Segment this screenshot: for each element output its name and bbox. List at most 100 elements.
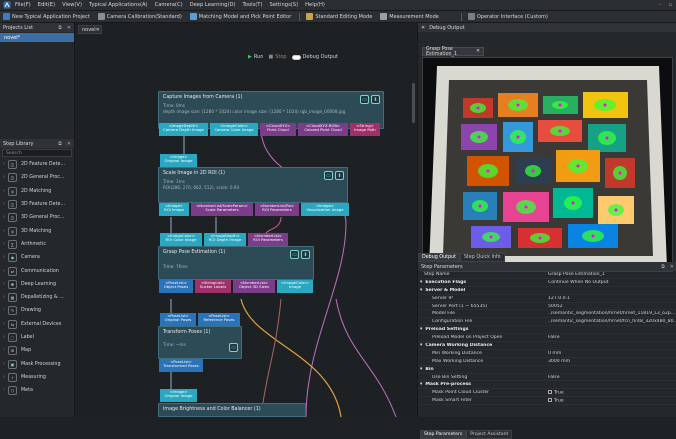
menu-deep-learning[interactable]: Deep Learning(D) <box>190 2 236 8</box>
screen-icon[interactable]: ▭ <box>324 171 333 180</box>
parameter-row[interactable]: Preload Model on Project Open False <box>418 334 676 343</box>
library-item[interactable]: › ⊞ Map <box>0 344 74 357</box>
float-icon[interactable]: ⧉ <box>58 141 62 147</box>
close-icon[interactable]: ✕ <box>421 25 425 31</box>
menu-edit[interactable]: Edit(E) <box>38 2 55 8</box>
canvas-scrollbar[interactable] <box>412 83 415 123</box>
port-image[interactable]: <ImageColor> Image <box>277 280 313 293</box>
close-icon[interactable]: ✕ <box>67 141 71 147</box>
node-brightness-balancer[interactable]: Image Brightness and Color Balancer (1) <box>158 403 306 417</box>
parameter-row[interactable]: Max Working Distance 3000 mm <box>418 358 676 366</box>
float-icon[interactable]: ⧉ <box>661 264 665 270</box>
parameter-row[interactable]: ▾ Bin <box>418 366 676 374</box>
library-item[interactable]: › ⬡ Meta <box>0 384 74 397</box>
result-image-view[interactable] <box>422 57 673 272</box>
node-scale-image[interactable]: Scale Image in 2D ROI (1) Time: 1ms ROI(… <box>158 167 348 203</box>
port-colored-point-cloud[interactable]: <CloudXYZ-RGB> Colored Point Cloud <box>298 123 348 136</box>
menu-settings[interactable]: Settings(S) <box>270 2 299 8</box>
parameter-row[interactable]: Mask Point Cloud Cluster True <box>418 389 676 398</box>
expand-arrow-icon[interactable]: ▾ <box>420 280 422 285</box>
close-icon[interactable]: ✕ <box>67 25 71 31</box>
expand-arrow-icon[interactable]: ▾ <box>420 382 422 387</box>
port-transformed-poses[interactable]: <PoseList> Transformed Poses <box>159 359 203 372</box>
tab-step-quick-info[interactable]: Step Quick Info <box>459 253 505 262</box>
menu-typical-applications[interactable]: Typical Applications(A) <box>89 2 148 8</box>
parameter-row[interactable]: Min Working Distance 0 mm <box>418 350 676 358</box>
library-item[interactable]: › ⬚ Label <box>0 331 74 344</box>
expand-arrow-icon[interactable]: ▾ <box>420 343 422 348</box>
calibration-button[interactable]: Camera Calibration(Standard) <box>97 13 182 20</box>
library-item[interactable]: › ◫ 3D Feature Dete... <box>0 198 74 211</box>
port-roi-parameters-in[interactable]: <NumberList> ROI Parameters <box>248 233 288 246</box>
menu-file[interactable]: File(F) <box>15 2 31 8</box>
port-original-image[interactable]: <Image> Original Image <box>160 154 197 167</box>
port-object-3d-sizes[interactable]: <NumberList> Object 3D Sizes <box>233 280 275 293</box>
library-item[interactable]: › ◫ 2D General Proc... <box>0 171 74 184</box>
screen-icon[interactable]: ▭ <box>229 343 238 352</box>
parameter-row[interactable]: ▾ Preload Settings <box>418 326 676 335</box>
port-point-cloud[interactable]: <CloudXYZ> Point Cloud <box>260 123 296 136</box>
library-item[interactable]: › ✺ Deep Learning <box>0 278 74 291</box>
node-grasp-pose-estimation[interactable]: Grasp Pose Estimation (1) Time: 76ms ▭ ⬇ <box>158 246 314 280</box>
close-icon[interactable]: ✕ <box>476 49 480 54</box>
port-image-path[interactable]: <String> Image Path <box>350 123 380 136</box>
checkbox-icon[interactable] <box>548 397 552 402</box>
library-item[interactable]: › ◫ 3D General Proc... <box>0 211 74 224</box>
library-item[interactable]: › ⇄ Communication <box>0 264 74 277</box>
menu-tools[interactable]: Tools(T) <box>243 2 263 8</box>
menu-help[interactable]: Help(H) <box>305 2 325 8</box>
expand-arrow-icon[interactable]: ▾ <box>420 327 422 332</box>
parameter-row[interactable]: ▾ Mask Pre-process <box>418 381 676 390</box>
port-scale-parameters[interactable]: <NumberList/ScaleParam> Scale Parameters <box>191 203 253 216</box>
parameter-row[interactable]: Server Port (1 ~ 65535) 50052 <box>418 303 676 311</box>
checkbox-icon[interactable] <box>548 390 552 395</box>
port-original-poses[interactable]: <PoseList> Original Poses <box>160 313 196 326</box>
port-roi-depth-image[interactable]: <ImageDepth> ROI Depth Image <box>204 233 246 246</box>
parameter-row[interactable]: Use Bin Setting False <box>418 374 676 382</box>
parameter-row[interactable]: Step Name Grasp Pose Estimation_1 <box>418 271 676 279</box>
operator-interface-button[interactable]: Operator Interface (Custom) <box>467 13 548 20</box>
new-project-button[interactable]: New Typical Application Project <box>3 13 90 20</box>
node-transform-poses[interactable]: Transform Poses (1) Time: ~ms ▭ <box>158 326 242 359</box>
download-icon[interactable]: ⬇ <box>335 171 344 180</box>
minimize-icon[interactable]: – <box>659 2 662 8</box>
project-canvas[interactable]: novel ✕ ▶ Run ■ Stop Debug Output Capture … <box>76 23 416 417</box>
parameter-row[interactable]: Configuration File ../semantic_segmentati… <box>418 318 676 327</box>
download-icon[interactable]: ⬇ <box>301 250 310 259</box>
menu-camera[interactable]: Camera(C) <box>155 2 183 8</box>
library-item[interactable]: › ⇆ External Devices <box>0 318 74 331</box>
close-icon[interactable]: ✕ <box>670 264 674 270</box>
tab-project-assistant[interactable]: Project Assistant <box>466 430 513 439</box>
library-item[interactable]: › ◎ 2D Matching <box>0 185 74 198</box>
library-item[interactable]: › ∑ Arithmetic <box>0 238 74 251</box>
port-visualization-image[interactable]: <Image> Visualization Image <box>301 203 349 216</box>
expand-arrow-icon[interactable]: ▾ <box>420 367 422 372</box>
library-item[interactable]: › ◎ 3D Matching <box>0 224 74 237</box>
float-icon[interactable]: ⧉ <box>58 25 62 31</box>
port-camera-color-image[interactable]: <ImageColor> Camera Color Image <box>210 123 258 136</box>
parameter-row[interactable]: Server IP 127.0.0.1 <box>418 295 676 303</box>
expand-arrow-icon[interactable]: ▾ <box>420 288 422 293</box>
port-reference-poses[interactable]: <PoseList> Reference Poses <box>198 313 240 326</box>
editing-mode-button[interactable]: Standard Editing Mode <box>306 13 372 20</box>
port-camera-depth-image[interactable]: <ImageDepth> Camera Depth Image <box>159 123 208 136</box>
matching-editor-button[interactable]: Matching Model and Pick Point Editor <box>189 13 291 20</box>
parameter-row[interactable]: Model File ../semantic_segmentation/hrnet… <box>418 310 676 319</box>
tab-grasp-image[interactable]: Grasp Pose Estimation_1 ✕ <box>422 47 484 57</box>
library-search-input[interactable]: Search <box>2 149 72 157</box>
port-roi-color-image[interactable]: <ImageColor> ROI Color Image <box>160 233 202 246</box>
screen-icon[interactable]: ▭ <box>290 250 299 259</box>
library-item[interactable]: › ◫ 2D Feature Dete... <box>0 158 74 171</box>
tab-debug-output[interactable]: Debug Output <box>418 253 460 262</box>
port-roi-image[interactable]: <Image> ROI Image <box>159 203 189 216</box>
library-item[interactable]: › ▦ Depalletizing & ... <box>0 291 74 304</box>
menu-view[interactable]: View(V) <box>62 2 82 8</box>
measurement-mode-button[interactable]: Measurement Mode <box>380 13 439 20</box>
project-item[interactable]: novel* <box>0 33 74 42</box>
parameter-row[interactable]: ▾ Execution Flags Continue When No Output <box>418 279 676 287</box>
download-icon[interactable]: ⬇ <box>371 95 380 104</box>
port-sucker-labels[interactable]: <StringList> Sucker Labels <box>195 280 231 293</box>
library-item[interactable]: › ▣ Mask Processing <box>0 357 74 370</box>
library-item[interactable]: › ✎ Drawing <box>0 304 74 317</box>
port-roi-parameters[interactable]: <NumberList/Ro> ROI Parameters <box>255 203 299 216</box>
